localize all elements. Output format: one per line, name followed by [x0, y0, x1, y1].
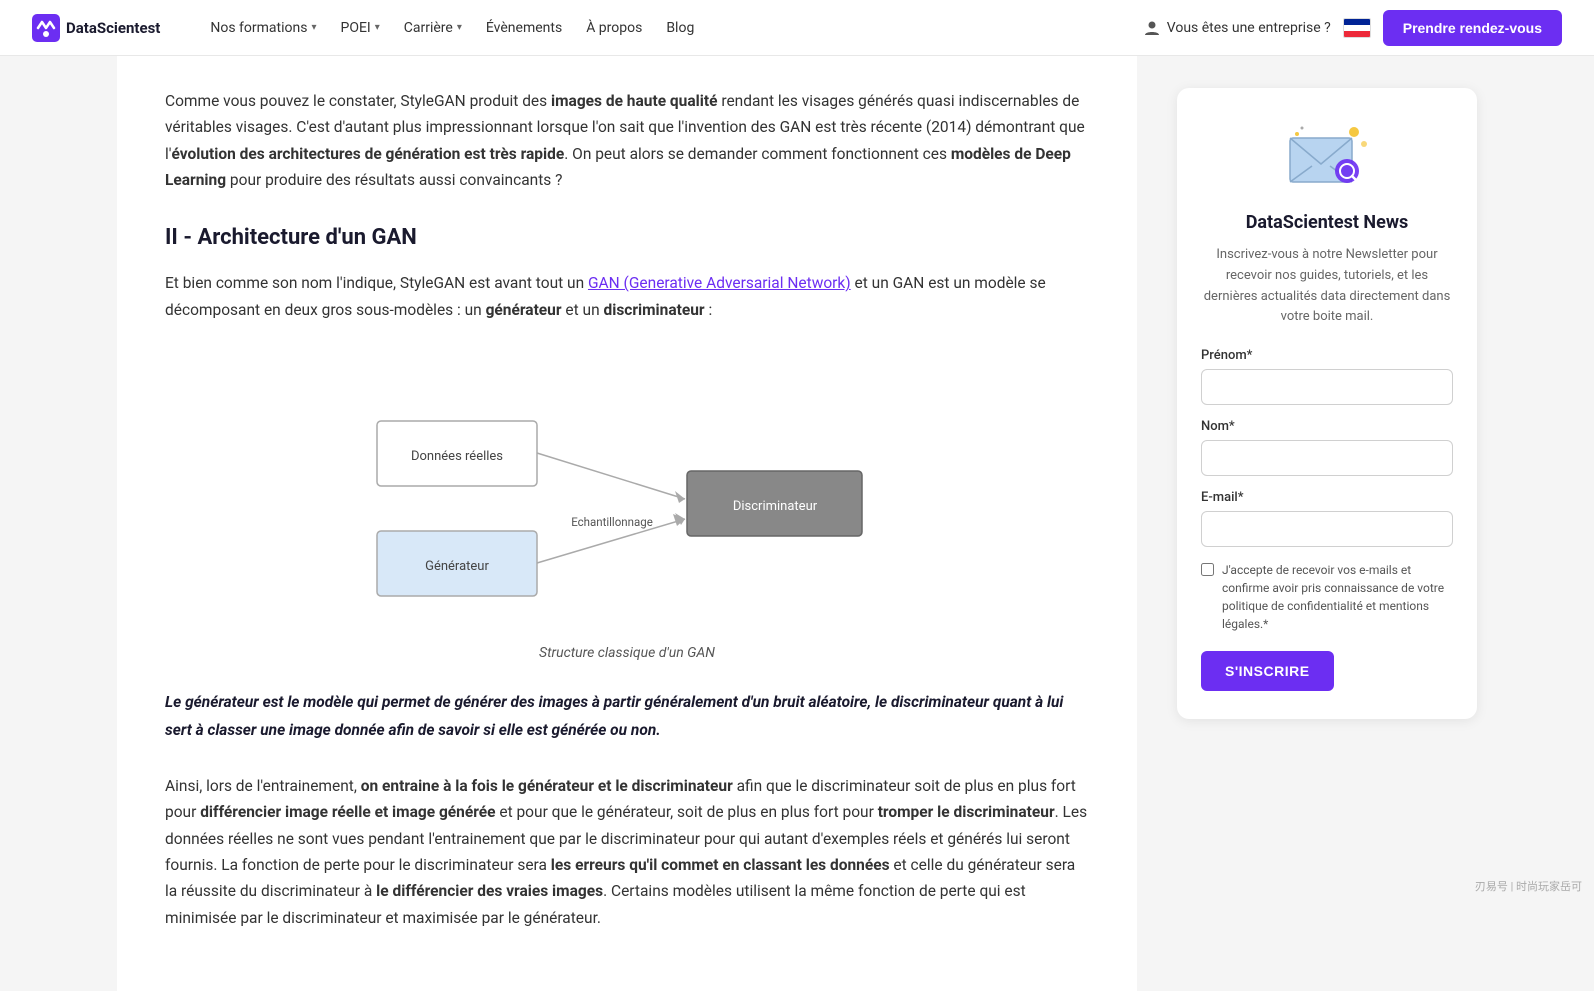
- body-paragraph-2: Ainsi, lors de l'entrainement, on entrai…: [165, 773, 1089, 931]
- logo-text: DataScientest: [66, 19, 160, 37]
- nav-right: Vous êtes une entreprise ? Prendre rende…: [1143, 10, 1562, 46]
- navbar: DataScientest Nos formations ▾ POEI ▾ Ca…: [0, 0, 1594, 56]
- newsletter-card: DataScientest News Inscrivez-vous à notr…: [1177, 88, 1477, 719]
- logo-icon: [32, 14, 60, 42]
- newsletter-form: Prénom* Nom* E-mail* J'accepte de recevo…: [1201, 348, 1453, 691]
- nom-group: Nom*: [1201, 419, 1453, 476]
- nav-links: Nos formations ▾ POEI ▾ Carrière ▾ Évène…: [200, 14, 1142, 42]
- subscribe-button[interactable]: S'INSCRIRE: [1201, 651, 1334, 691]
- language-flag[interactable]: [1343, 18, 1371, 38]
- email-label: E-mail*: [1201, 490, 1453, 505]
- nav-item-blog[interactable]: Blog: [656, 14, 704, 42]
- consent-row: J'accepte de recevoir vos e-mails et con…: [1201, 561, 1453, 633]
- newsletter-icon-wrap: [1201, 116, 1453, 196]
- email-input[interactable]: [1201, 511, 1453, 547]
- nav-item-poei[interactable]: POEI ▾: [331, 14, 390, 42]
- svg-text:Générateur: Générateur: [425, 559, 489, 574]
- nom-label: Nom*: [1201, 419, 1453, 434]
- gan-diagram-svg: Données réelles Générateur Discriminateu…: [357, 371, 897, 611]
- newsletter-icon: [1282, 116, 1372, 196]
- consent-checkbox[interactable]: [1201, 563, 1214, 576]
- chevron-down-icon: ▾: [457, 22, 462, 33]
- enterprise-link[interactable]: Vous êtes une entreprise ?: [1143, 19, 1331, 37]
- sidebar: DataScientest News Inscrivez-vous à notr…: [1177, 56, 1477, 751]
- main-content: Comme vous pouvez le constater, StyleGAN…: [117, 56, 1137, 991]
- nav-item-carriere[interactable]: Carrière ▾: [394, 14, 472, 42]
- intro-paragraph: Comme vous pouvez le constater, StyleGAN…: [165, 88, 1089, 193]
- body-paragraph-1: Et bien comme son nom l'indique, StyleGA…: [165, 270, 1089, 323]
- prenom-label: Prénom*: [1201, 348, 1453, 363]
- diagram-container: Données réelles Générateur Discriminateu…: [165, 351, 1089, 661]
- prenom-input[interactable]: [1201, 369, 1453, 405]
- sidebar-title: DataScientest News: [1201, 212, 1453, 233]
- cta-button[interactable]: Prendre rendez-vous: [1383, 10, 1562, 46]
- diagram: Données réelles Générateur Discriminateu…: [337, 351, 917, 635]
- svg-text:Echantillonnage: Echantillonnage: [571, 515, 653, 529]
- section-title: II - Architecture d'un GAN: [165, 225, 1089, 250]
- gan-link[interactable]: GAN (Generative Adversarial Network): [588, 274, 851, 292]
- email-group: E-mail*: [1201, 490, 1453, 547]
- nom-input[interactable]: [1201, 440, 1453, 476]
- chevron-down-icon: ▾: [311, 22, 316, 33]
- watermark: 刃易号 | 时尚玩家岳可: [1475, 878, 1582, 894]
- nav-item-evenements[interactable]: Évènements: [476, 14, 572, 42]
- prenom-group: Prénom*: [1201, 348, 1453, 405]
- diagram-caption: Structure classique d'un GAN: [539, 645, 715, 661]
- chevron-down-icon: ▾: [375, 22, 380, 33]
- svg-text:Données réelles: Données réelles: [411, 449, 503, 464]
- logo[interactable]: DataScientest: [32, 14, 160, 42]
- page-wrapper: Comme vous pouvez le constater, StyleGAN…: [97, 56, 1497, 991]
- nav-item-apropos[interactable]: À propos: [576, 14, 652, 42]
- svg-text:Discriminateur: Discriminateur: [733, 499, 818, 514]
- enterprise-icon: [1143, 19, 1161, 37]
- sidebar-description: Inscrivez-vous à notre Newsletter pour r…: [1201, 245, 1453, 328]
- blockquote-text: Le générateur est le modèle qui permet d…: [165, 689, 1089, 745]
- consent-label: J'accepte de recevoir vos e-mails et con…: [1222, 561, 1453, 633]
- nav-item-formations[interactable]: Nos formations ▾: [200, 14, 326, 42]
